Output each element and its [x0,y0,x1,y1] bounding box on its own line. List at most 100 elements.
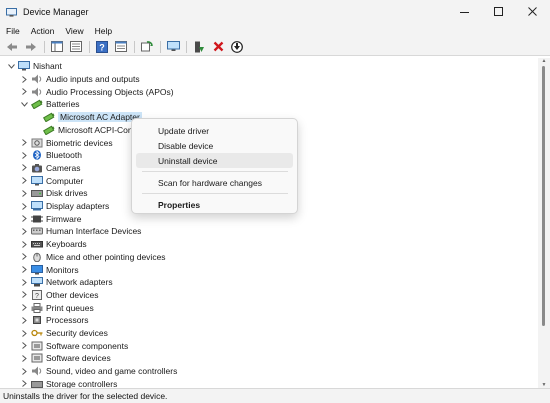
tree-item-sound-video[interactable]: Sound, video and game controllers [20,365,177,378]
tree-item-bluetooth[interactable]: Bluetooth [20,149,82,162]
menu-file[interactable]: File [6,26,20,36]
view-button[interactable] [113,40,129,54]
tree-item-label: Processors [46,315,89,326]
tree-root-label: Nishant [33,61,62,72]
tree-item-mice[interactable]: Mice and other pointing devices [20,251,166,264]
chevron-right-icon[interactable] [20,177,28,185]
tree-item-software-components[interactable]: Software components [20,339,128,352]
tree-item-hid[interactable]: Human Interface Devices [20,225,141,238]
chevron-down-icon[interactable] [20,100,28,108]
menu-action[interactable]: Action [31,26,55,36]
tree-item-label: Sound, video and game controllers [46,366,178,377]
tree-item-network-adapters[interactable]: Network adapters [20,276,113,289]
back-button[interactable] [4,40,20,54]
chevron-right-icon[interactable] [20,253,28,261]
show-hide-console-tree-button[interactable] [49,40,65,54]
chevron-right-icon[interactable] [20,266,28,274]
menu-bar: File Action View Help [0,24,550,38]
chevron-right-icon[interactable] [20,291,28,299]
tree-root[interactable]: Nishant [7,60,62,73]
tree-item-security-devices[interactable]: Security devices [20,327,108,340]
chevron-right-icon[interactable] [20,202,28,210]
chevron-right-icon[interactable] [20,189,28,197]
tree-item-keyboards[interactable]: Keyboards [20,238,87,251]
properties-button[interactable] [68,40,84,54]
maximize-button[interactable] [482,0,516,24]
tree-item-microsoft-acpi-battery[interactable]: Microsoft ACPI-Con [43,124,133,137]
tree-item-other-devices[interactable]: ? Other devices [20,289,98,302]
menu-view[interactable]: View [65,26,83,36]
chevron-right-icon[interactable] [20,75,28,83]
tree-item-cameras[interactable]: Cameras [20,162,80,175]
tree-item-label: Network adapters [46,277,113,288]
menu-item-scan-hardware[interactable]: Scan for hardware changes [136,175,293,190]
help-icon: ? [96,40,108,53]
computer-monitor-icon [166,41,180,51]
tree-item-label: Other devices [46,289,99,300]
chevron-right-icon[interactable] [20,380,28,388]
menu-separator [142,171,288,172]
battery-icon [43,112,55,123]
chevron-right-icon[interactable] [20,304,28,312]
tree-item-label: Software devices [46,353,111,364]
chevron-down-icon[interactable] [7,62,15,70]
tree-item-label: Human Interface Devices [46,226,142,237]
tree-item-storage-controllers[interactable]: Storage controllers [20,378,117,388]
tree-item-firmware[interactable]: Firmware [20,212,81,225]
update-driver-button[interactable] [191,40,207,54]
chevron-right-icon[interactable] [20,88,28,96]
scan-hardware-button[interactable] [165,40,181,54]
scroll-up-icon[interactable]: ▲ [540,58,548,64]
chevron-right-icon[interactable] [20,227,28,235]
toolbar: ? [0,38,550,56]
tree-item-display-adapters[interactable]: Display adapters [20,200,109,213]
menu-item-uninstall-device[interactable]: Uninstall device [136,153,293,168]
tree-item-monitors[interactable]: Monitors [20,263,79,276]
enable-device-button[interactable] [229,40,245,54]
device-manager-app-icon [6,7,17,17]
chevron-right-icon[interactable] [20,278,28,286]
other-devices-icon: ? [31,289,43,300]
chevron-right-icon[interactable] [20,342,28,350]
tree-item-audio-processing[interactable]: Audio Processing Objects (APOs) [20,85,174,98]
chevron-right-icon[interactable] [20,215,28,223]
forward-button[interactable] [23,40,39,54]
tree-item-computer[interactable]: Computer [20,174,83,187]
help-button[interactable]: ? [94,40,110,54]
tree-item-print-queues[interactable]: Print queues [20,301,94,314]
tree-item-microsoft-ac-adapter[interactable]: Microsoft AC Adapter [43,111,142,124]
toolbar-separator [89,40,90,53]
menu-help[interactable]: Help [95,26,112,36]
chevron-right-icon[interactable] [20,316,28,324]
uninstall-button[interactable] [210,40,226,54]
chevron-right-icon[interactable] [20,240,28,248]
close-icon [528,7,537,16]
tree-item-batteries[interactable]: Batteries [20,98,80,111]
chevron-right-icon[interactable] [20,139,28,147]
chevron-right-icon[interactable] [20,164,28,172]
monitor-icon [31,264,43,275]
chevron-right-icon[interactable] [20,367,28,375]
close-button[interactable] [516,0,550,24]
scroll-thumb[interactable] [542,66,545,326]
show-hide-console-tree-icon [51,41,63,52]
tree-item-disk-drives[interactable]: Disk drives [20,187,88,200]
back-arrow-icon [7,42,17,51]
vertical-scrollbar[interactable]: ▲ ▼ [538,58,550,388]
menu-item-disable-device[interactable]: Disable device [136,138,293,153]
menu-item-update-driver[interactable]: Update driver [136,123,293,138]
printer-icon [31,302,43,313]
refresh-button[interactable] [139,40,155,54]
tree-item-software-devices[interactable]: Software devices [20,352,111,365]
svg-text:?: ? [35,293,39,300]
chevron-right-icon[interactable] [20,329,28,337]
tree-item-biometric[interactable]: Biometric devices [20,136,113,149]
chevron-right-icon[interactable] [20,151,28,159]
computer-icon [31,175,43,186]
toolbar-separator [186,40,187,53]
tree-item-processors[interactable]: Processors [20,314,89,327]
menu-item-properties[interactable]: Properties [136,197,293,212]
tree-item-audio-inputs[interactable]: Audio inputs and outputs [20,73,140,86]
chevron-right-icon[interactable] [20,354,28,362]
minimize-button[interactable] [448,0,482,24]
